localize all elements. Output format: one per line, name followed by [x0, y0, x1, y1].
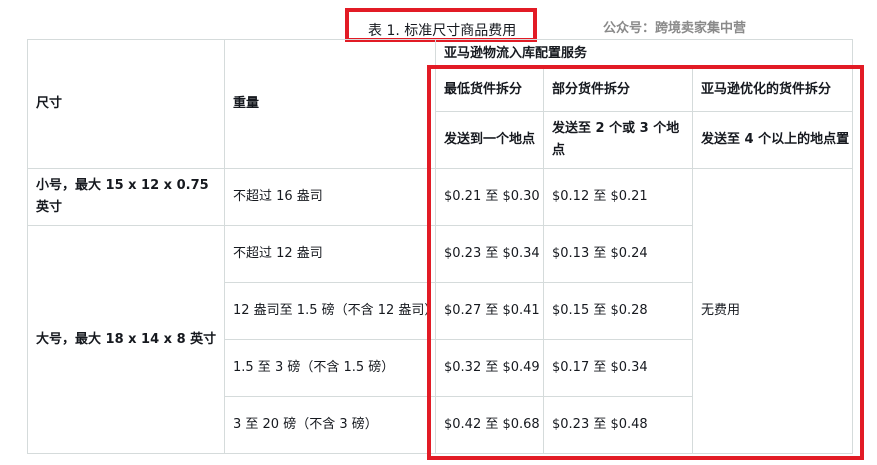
header-weight: 重量: [224, 39, 436, 169]
weight-cell: 不超过 16 盎司: [224, 168, 436, 226]
header-min-split: 最低货件拆分: [435, 68, 544, 112]
header-min-desc: 发送到一个地点: [435, 111, 544, 169]
partial-split-fee: $0.15 至 $0.28: [543, 282, 693, 340]
header-optimized-split: 亚马逊优化的货件拆分: [692, 68, 853, 112]
min-split-fee: $0.42 至 $0.68: [435, 396, 544, 454]
header-service: 亚马逊物流入库配置服务: [435, 39, 853, 69]
table-caption: 表 1. 标准尺寸商品费用: [368, 23, 517, 39]
header-partial-split: 部分货件拆分: [543, 68, 693, 112]
partial-split-fee: $0.23 至 $0.48: [543, 396, 693, 454]
size-large: 大号，最大 18 x 14 x 8 英寸: [27, 225, 225, 454]
min-split-fee: $0.23 至 $0.34: [435, 225, 544, 283]
weight-cell: 不超过 12 盎司: [224, 225, 436, 283]
watermark: 公众号：跨境卖家集中营: [603, 21, 747, 36]
header-partial-desc: 发送至 2 个或 3 个地点: [543, 111, 693, 169]
header-optimized-desc: 发送至 4 个以上的地点置: [692, 111, 853, 169]
min-split-fee: $0.27 至 $0.41: [435, 282, 544, 340]
partial-split-fee: $0.12 至 $0.21: [543, 168, 693, 226]
fee-table: 尺寸 重量 亚马逊物流入库配置服务 最低货件拆分 部分货件拆分 亚马逊优化的货件…: [27, 39, 853, 454]
weight-cell: 3 至 20 磅（不含 3 磅）: [224, 396, 436, 454]
partial-split-fee: $0.13 至 $0.24: [543, 225, 693, 283]
size-small: 小号，最大 15 x 12 x 0.75 英寸: [27, 168, 225, 226]
header-size: 尺寸: [27, 39, 225, 169]
table-row: 小号，最大 15 x 12 x 0.75 英寸 不超过 16 盎司 $0.21 …: [27, 168, 853, 454]
min-split-fee: $0.32 至 $0.49: [435, 339, 544, 397]
min-split-fee: $0.21 至 $0.30: [435, 168, 544, 226]
optimized-split-fee: 无费用: [692, 168, 853, 454]
partial-split-fee: $0.17 至 $0.34: [543, 339, 693, 397]
weight-cell: 1.5 至 3 磅（不含 1.5 磅）: [224, 339, 436, 397]
weight-cell: 12 盎司至 1.5 磅（不含 12 盎司）: [224, 282, 437, 340]
